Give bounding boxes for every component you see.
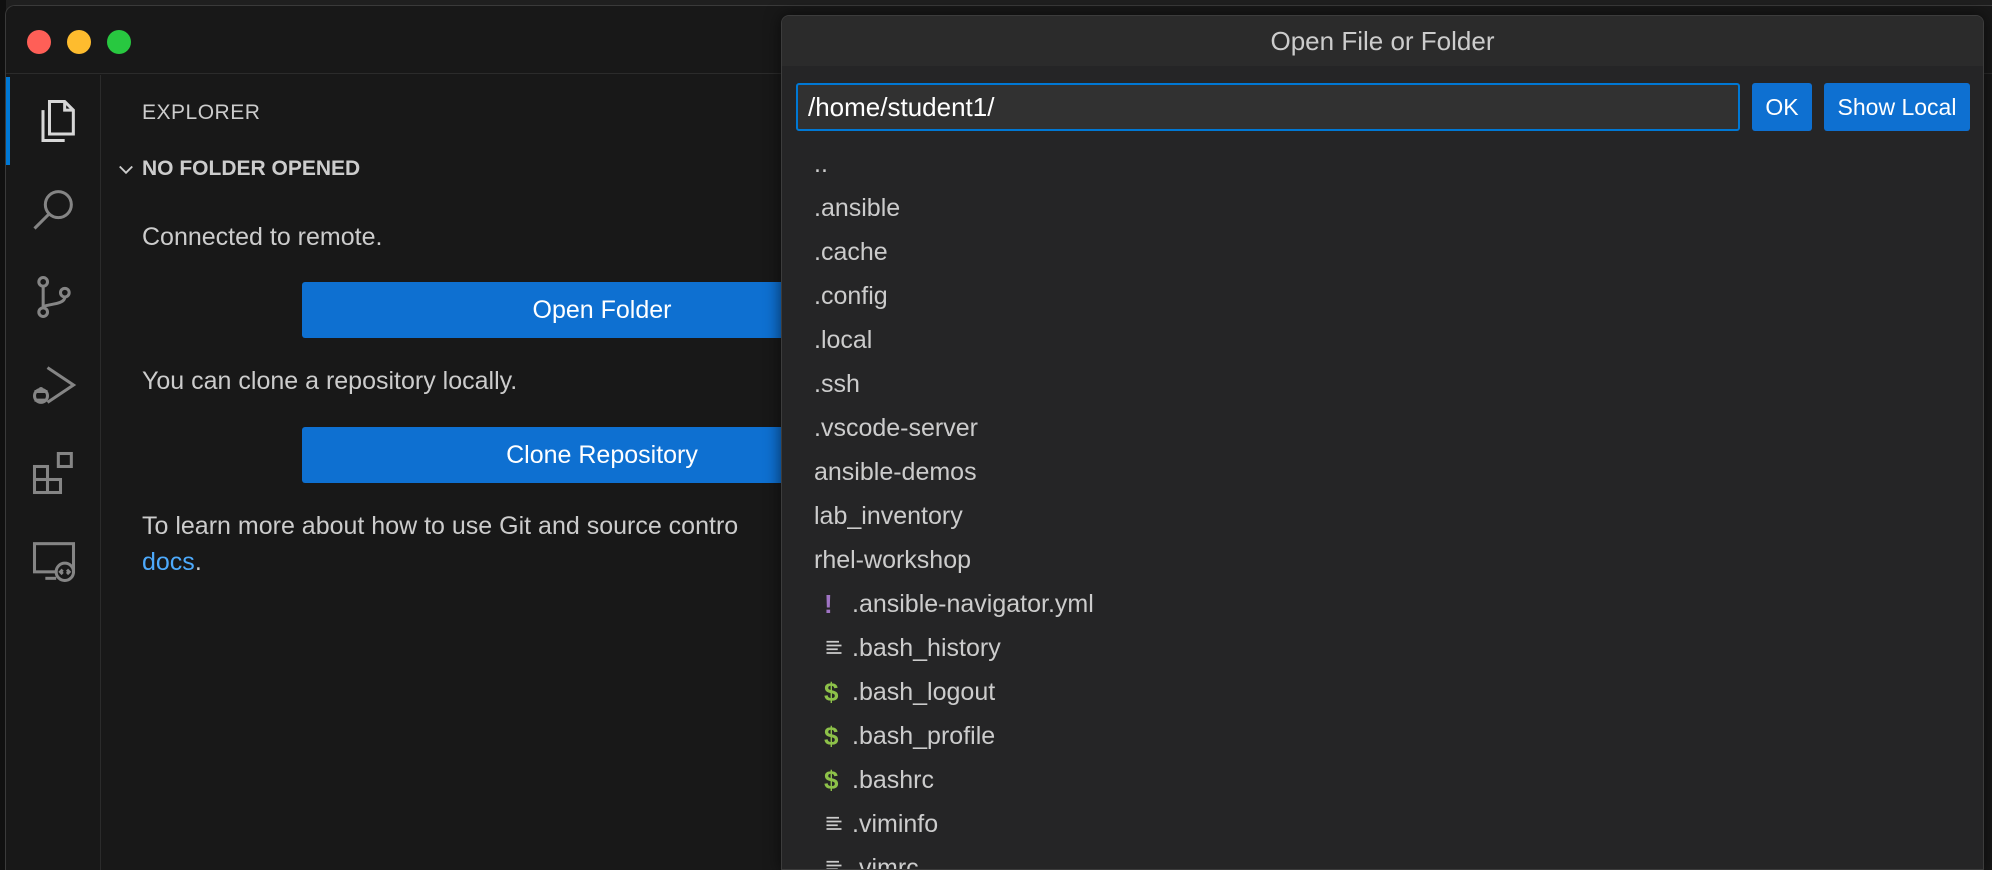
file-name: .bash_history	[852, 633, 1001, 662]
remote-explorer-icon[interactable]	[6, 517, 101, 605]
clone-text: You can clone a repository locally.	[142, 367, 518, 395]
list-item-folder[interactable]: .config	[782, 274, 1983, 318]
list-item-folder[interactable]: .ssh	[782, 362, 1983, 406]
shell-icon: $	[824, 676, 839, 707]
list-item-folder[interactable]: lab_inventory	[782, 494, 1983, 538]
yaml-icon: !	[824, 588, 833, 619]
list-item-folder[interactable]: ..	[782, 142, 1983, 186]
shell-icon: $	[824, 764, 839, 795]
file-name: .bashrc	[852, 765, 934, 794]
dialog-title: Open File or Folder	[782, 16, 1983, 66]
search-icon[interactable]	[6, 165, 101, 253]
source-control-icon[interactable]	[6, 253, 101, 341]
explorer-title: EXPLORER	[142, 101, 261, 124]
list-item-file[interactable]: $ .bashrc	[782, 758, 1983, 802]
list-item-file[interactable]: $ .bash_profile	[782, 714, 1983, 758]
list-item-folder[interactable]: rhel-workshop	[782, 538, 1983, 582]
file-name: .viminfo	[852, 809, 939, 838]
maximize-window-button[interactable]	[107, 30, 131, 54]
list-item-folder[interactable]: .ansible	[782, 186, 1983, 230]
path-input[interactable]	[796, 83, 1740, 131]
learn-more-text: To learn more about how to use Git and s…	[142, 512, 739, 540]
file-name: .bash_profile	[852, 721, 996, 750]
docs-line: docs.	[142, 548, 202, 577]
list-item-folder[interactable]: .cache	[782, 230, 1983, 274]
ok-button[interactable]: OK	[1752, 83, 1812, 131]
connected-text: Connected to remote.	[142, 223, 383, 251]
minimize-window-button[interactable]	[67, 30, 91, 54]
text-file-icon	[814, 638, 852, 658]
list-item-folder[interactable]: .local	[782, 318, 1983, 362]
list-item-file[interactable]: .viminfo	[782, 802, 1983, 846]
file-name: .ansible-navigator.yml	[852, 589, 1094, 618]
list-item-folder[interactable]: ansible-demos	[782, 450, 1983, 494]
run-debug-icon[interactable]	[6, 341, 101, 429]
list-item-file[interactable]: $ .bash_logout	[782, 670, 1983, 714]
show-local-button[interactable]: Show Local	[1824, 83, 1970, 131]
docs-suffix: .	[194, 548, 202, 576]
no-folder-section-header[interactable]: NO FOLDER OPENED	[116, 157, 360, 181]
activity-bar	[6, 75, 101, 870]
file-list: .. .ansible .cache .config .local .ssh .…	[782, 142, 1983, 870]
section-title: NO FOLDER OPENED	[142, 157, 361, 180]
text-file-icon	[814, 858, 852, 869]
open-file-dialog: Open File or Folder OK Show Local .. .an…	[781, 15, 1984, 870]
shell-icon: $	[824, 720, 839, 751]
list-item-folder[interactable]: .vscode-server	[782, 406, 1983, 450]
list-item-file[interactable]: .vimrc	[782, 846, 1983, 870]
list-item-file[interactable]: ! .ansible-navigator.yml	[782, 582, 1983, 626]
file-name: .vimrc	[852, 853, 919, 870]
list-item-file[interactable]: .bash_history	[782, 626, 1983, 670]
docs-link[interactable]: docs	[142, 548, 195, 576]
text-file-icon	[814, 814, 852, 834]
files-icon[interactable]	[6, 77, 101, 165]
file-name: .bash_logout	[852, 677, 996, 706]
close-window-button[interactable]	[27, 30, 51, 54]
chevron-down-icon	[119, 165, 133, 175]
extensions-icon[interactable]	[6, 429, 101, 517]
